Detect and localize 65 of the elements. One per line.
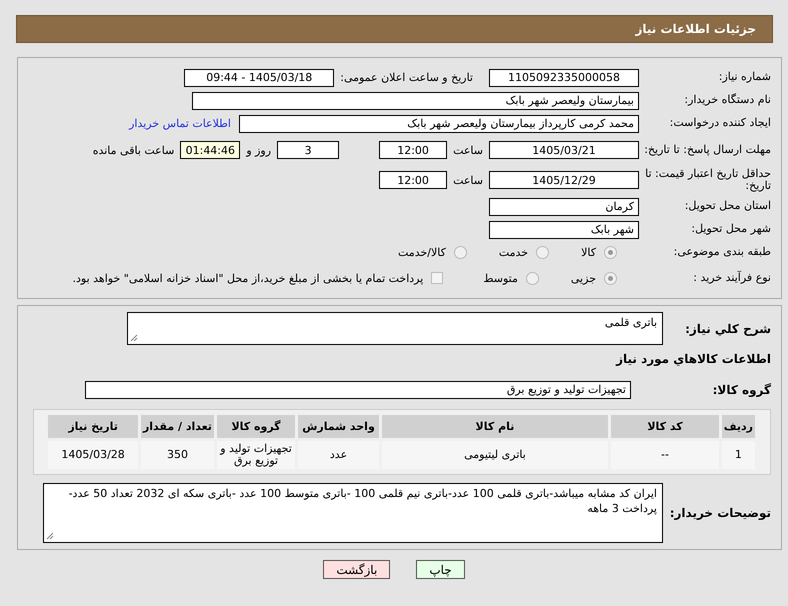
radio-button[interactable] xyxy=(604,246,617,259)
option-label: جزیی xyxy=(570,272,596,284)
field-label: نوع فرآیند خرید : xyxy=(692,272,772,284)
column-header: تعداد / مقدار xyxy=(140,414,216,440)
field-label: استان محل تحویل: xyxy=(684,200,772,213)
column-header: کد کالا xyxy=(610,414,720,440)
table-cell: عدد xyxy=(296,440,380,470)
section-title: اطلاعات کالاهاي مورد نياز xyxy=(616,352,772,366)
column-header: ردیف xyxy=(720,414,756,440)
goods-group-field: تجهیزات تولید و توزیع برق xyxy=(85,380,631,398)
need-number-field: 1105092335000058 xyxy=(489,68,639,86)
field-label: حداقل تاریخ اعتبار قیمت: تا تاریخ: xyxy=(644,168,772,192)
resize-grip-icon[interactable] xyxy=(130,334,138,342)
field-label: ساعت xyxy=(452,144,484,156)
requester-field: محمد کرمی کارپرداز بیمارستان ولیعصر شهر بابک xyxy=(239,114,639,132)
deadline-time-field: 12:00 xyxy=(379,141,448,159)
field-label: توضیحات خریدار: xyxy=(668,506,772,520)
days-field: 3 xyxy=(277,141,340,159)
field-label: ایجاد کننده درخواست: xyxy=(668,117,772,130)
announce-date-field: 1405/03/18 - 09:44 xyxy=(184,68,334,86)
table-cell: -- xyxy=(610,440,720,470)
resize-grip-icon[interactable] xyxy=(46,532,54,540)
city-field: شهر بابک xyxy=(489,220,639,238)
field-label: روز و xyxy=(244,144,272,156)
table-cell: 1405/03/28 xyxy=(46,440,140,470)
field-label: طبقه بندی موضوعی: xyxy=(672,246,772,259)
checkbox[interactable] xyxy=(431,272,444,284)
description-field[interactable]: باتری قلمی xyxy=(127,312,663,345)
column-header: واحد شمارش xyxy=(296,414,380,440)
column-header: گروه کالا xyxy=(215,414,297,440)
table-cell: باتری لیتیومی xyxy=(380,440,610,470)
deadline-date-field: 1405/03/21 xyxy=(489,141,639,159)
payment-note: پرداخت تمام یا بخشی از مبلغ خرید،از محل "اسناد خزانه اسلامی" خواهد بود. xyxy=(72,272,424,284)
table-cell: 350 xyxy=(140,440,216,470)
radio-button[interactable] xyxy=(526,272,539,284)
field-label: شماره نیاز: xyxy=(718,71,772,84)
buyer-notes-field[interactable]: ایران کد مشابه میباشد-باتری قلمی 100 عدد-باتری نیم قلمی 100 -باتری متوسط 100 عدد -باتری سکه ای 2032 تعداد 50 عدد-پرداخت 3 ماهه xyxy=(43,483,663,543)
field-label: نام دستگاه خریدار: xyxy=(683,94,772,107)
validity-time-field: 12:00 xyxy=(379,171,448,189)
field-label: تاریخ و ساعت اعلان عمومی: xyxy=(339,71,474,84)
field-label: مهلت ارسال پاسخ: تا تاریخ: xyxy=(643,144,772,156)
province-field: کرمان xyxy=(489,198,639,216)
table-cell: 1 xyxy=(720,440,756,470)
option-label: کالا/خدمت xyxy=(398,246,446,259)
field-label: ساعت xyxy=(452,174,484,186)
table-cell: تجهیزات تولید و توزیع برق xyxy=(215,440,297,470)
radio-button[interactable] xyxy=(604,272,617,284)
column-header: تاریخ نیاز xyxy=(46,414,140,440)
option-label: متوسط xyxy=(483,272,518,284)
field-label: شرح کلي نياز: xyxy=(684,322,772,336)
buyer-org-field: بیمارستان ولیعصر شهر بابک xyxy=(192,92,639,110)
remaining-time-field: 01:44:46 xyxy=(180,141,240,159)
print-button[interactable]: چاپ xyxy=(416,560,465,579)
column-header: نام کالا xyxy=(380,414,610,440)
option-label: کالا xyxy=(581,246,596,259)
validity-date-field: 1405/12/29 xyxy=(489,171,639,189)
field-label: گروه کالا: xyxy=(712,382,772,396)
page-title: جزئیات اطلاعات نیاز xyxy=(635,22,756,36)
radio-button[interactable] xyxy=(536,246,550,259)
radio-button[interactable] xyxy=(454,246,467,259)
field-label: ساعت باقی مانده xyxy=(92,144,176,156)
option-label: خدمت xyxy=(498,246,528,259)
field-label: شهر محل تحویل: xyxy=(690,223,772,236)
contact-link[interactable]: اطلاعات تماس خریدار xyxy=(129,117,239,130)
back-button[interactable]: بازگشت xyxy=(323,560,390,579)
